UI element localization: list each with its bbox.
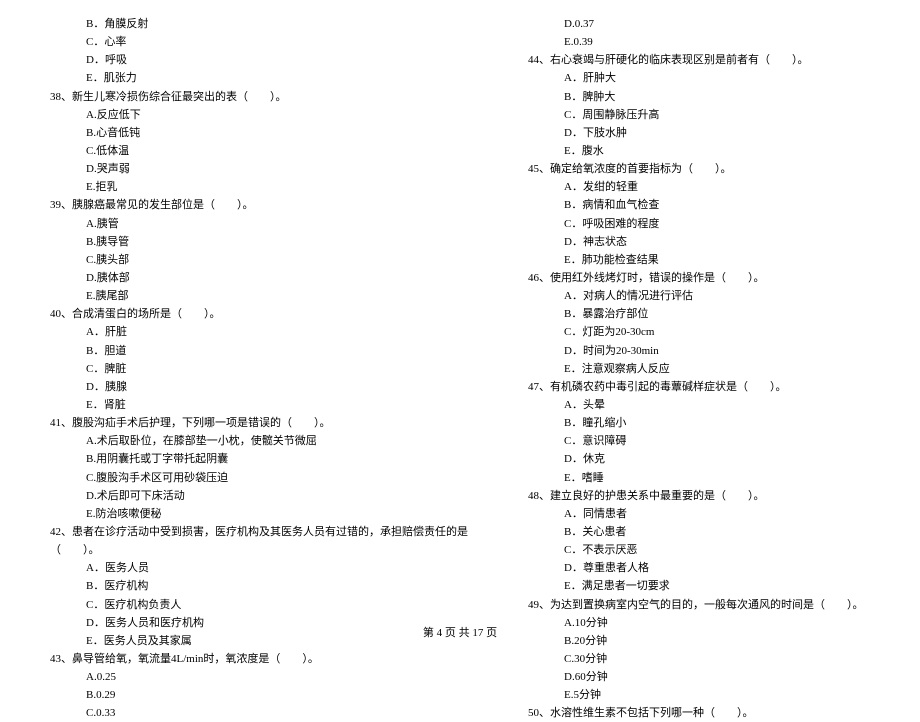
option-line: E.0.39 (528, 33, 870, 51)
option-line: A．同情患者 (528, 505, 870, 523)
question-line: 41、腹股沟疝手术后护理，下列哪一项是错误的（ ）。 (50, 414, 468, 432)
option-line: C．周围静脉压升高 (528, 106, 870, 124)
option-line: D.术后即可下床活动 (50, 487, 468, 505)
option-line: C.0.33 (50, 704, 468, 722)
option-line: D．休克 (528, 450, 870, 468)
option-line: E．注意观察病人反应 (528, 360, 870, 378)
page-columns: B．角膜反射C．心率D．呼吸E．肌张力38、新生儿寒冷损伤综合征最突出的表（ ）… (50, 15, 870, 605)
option-line: D．呼吸 (50, 51, 468, 69)
option-line: B.心音低钝 (50, 124, 468, 142)
option-line: D．下肢水肿 (528, 124, 870, 142)
option-line: C．灯距为20-30cm (528, 323, 870, 341)
question-line: 44、右心衰竭与肝硬化的临床表现区别是前者有（ ）。 (528, 51, 870, 69)
option-line: A．发绀的轻重 (528, 178, 870, 196)
option-line: D．尊重患者人格 (528, 559, 870, 577)
option-line: E.防治咳嗽便秘 (50, 505, 468, 523)
option-line: D．神志状态 (528, 233, 870, 251)
option-line: C.30分钟 (528, 650, 870, 668)
option-line: A．肝脏 (50, 323, 468, 341)
option-line: C．不表示厌恶 (528, 541, 870, 559)
option-line: D.0.37 (528, 15, 870, 33)
option-line: E．腹水 (528, 142, 870, 160)
question-line: 43、鼻导管给氧，氧流量4L/min时，氧浓度是（ ）。 (50, 650, 468, 668)
option-line: D.哭声弱 (50, 160, 468, 178)
question-line: 46、使用红外线烤灯时，错误的操作是（ ）。 (528, 269, 870, 287)
option-line: D．时间为20-30min (528, 342, 870, 360)
option-line: B．瞳孔缩小 (528, 414, 870, 432)
option-line: A．肝肿大 (528, 69, 870, 87)
option-line: E．肌张力 (50, 69, 468, 87)
question-line: 49、为达到置换病室内空气的目的，一般每次通风的时间是（ ）。 (528, 596, 870, 614)
option-line: C．意识障碍 (528, 432, 870, 450)
option-line: B．角膜反射 (50, 15, 468, 33)
option-line: E.拒乳 (50, 178, 468, 196)
option-line: B．暴露治疗部位 (528, 305, 870, 323)
option-line: B．医疗机构 (50, 577, 468, 595)
option-line: C.腹股沟手术区可用砂袋压迫 (50, 469, 468, 487)
page-footer: 第 4 页 共 17 页 (0, 624, 920, 640)
left-column: B．角膜反射C．心率D．呼吸E．肌张力38、新生儿寒冷损伤综合征最突出的表（ ）… (50, 15, 468, 605)
option-line: B．胆道 (50, 342, 468, 360)
option-line: E．嗜睡 (528, 469, 870, 487)
option-line: B.胰导管 (50, 233, 468, 251)
question-line: 47、有机磷农药中毒引起的毒蕈碱样症状是（ ）。 (528, 378, 870, 396)
option-line: B．脾肿大 (528, 88, 870, 106)
right-column: D.0.37E.0.3944、右心衰竭与肝硬化的临床表现区别是前者有（ ）。A．… (528, 15, 870, 605)
question-line: （ ）。 (50, 541, 468, 559)
option-line: C．呼吸困难的程度 (528, 215, 870, 233)
option-line: A．头晕 (528, 396, 870, 414)
option-line: A．对病人的情况进行评估 (528, 287, 870, 305)
option-line: B．病情和血气检查 (528, 196, 870, 214)
option-line: C．脾脏 (50, 360, 468, 378)
option-line: A.反应低下 (50, 106, 468, 124)
option-line: E.5分钟 (528, 686, 870, 704)
option-line: D.胰体部 (50, 269, 468, 287)
option-line: C．医疗机构负责人 (50, 596, 468, 614)
option-line: B.0.29 (50, 686, 468, 704)
option-line: C.胰头部 (50, 251, 468, 269)
option-line: A.术后取卧位，在膝部垫一小枕，使髋关节微屈 (50, 432, 468, 450)
option-line: A．医务人员 (50, 559, 468, 577)
option-line: A.胰管 (50, 215, 468, 233)
question-line: 40、合成清蛋白的场所是（ ）。 (50, 305, 468, 323)
question-line: 39、胰腺癌最常见的发生部位是（ ）。 (50, 196, 468, 214)
option-line: E．满足患者一切要求 (528, 577, 870, 595)
option-line: B．关心患者 (528, 523, 870, 541)
option-line: E．肾脏 (50, 396, 468, 414)
option-line: C．心率 (50, 33, 468, 51)
option-line: D.60分钟 (528, 668, 870, 686)
option-line: C.低体温 (50, 142, 468, 160)
option-line: E.胰尾部 (50, 287, 468, 305)
question-line: 45、确定给氧浓度的首要指标为（ ）。 (528, 160, 870, 178)
option-line: B.用阴囊托或丁字带托起阴囊 (50, 450, 468, 468)
option-line: E．肺功能检查结果 (528, 251, 870, 269)
question-line: 38、新生儿寒冷损伤综合征最突出的表（ ）。 (50, 88, 468, 106)
question-line: 48、建立良好的护患关系中最重要的是（ ）。 (528, 487, 870, 505)
option-line: A.0.25 (50, 668, 468, 686)
question-line: 50、水溶性维生素不包括下列哪一种（ ）。 (528, 704, 870, 722)
option-line: D．胰腺 (50, 378, 468, 396)
question-line: 42、患者在诊疗活动中受到损害，医疗机构及其医务人员有过错的，承担赔偿责任的是 (50, 523, 468, 541)
